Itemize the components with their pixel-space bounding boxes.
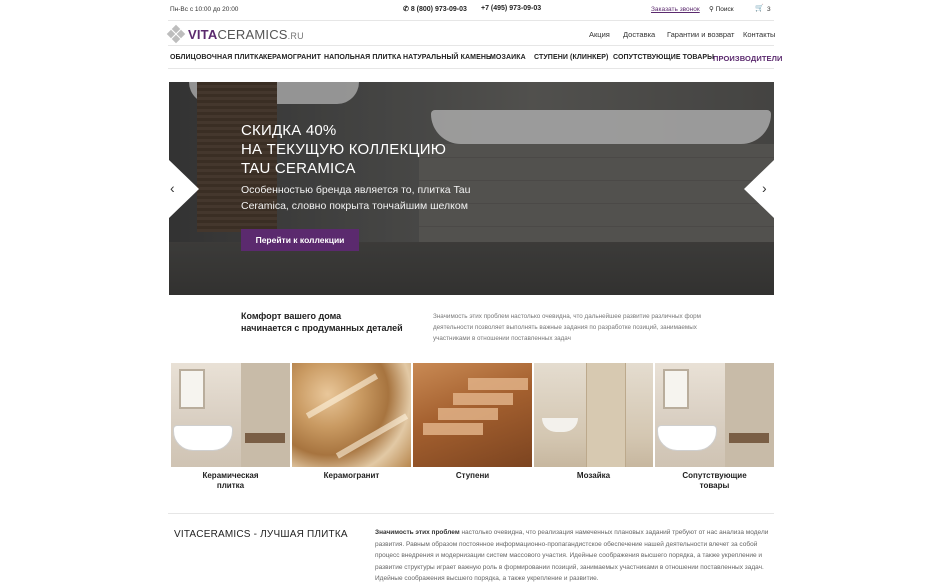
cart-count: 3: [767, 6, 771, 13]
phone-link-1[interactable]: ✆ 8 (800) 973-09-03: [403, 5, 467, 13]
nav-item-floor-tile[interactable]: НАПОЛЬНАЯ ПЛИТКА: [324, 54, 402, 61]
top-divider: [168, 20, 774, 21]
hero-text: Особенностью бренда является то, плитка …: [241, 184, 471, 212]
nav-item-porcelain[interactable]: КЕРАМОГРАНИТ: [263, 54, 321, 61]
nav-item-facing-tile[interactable]: ОБЛИЦОВОЧНАЯ ПЛИТКА: [170, 54, 264, 61]
category-steps-label[interactable]: Ступени: [413, 471, 532, 481]
comfort-heading: Комфорт вашего дома начинается с продума…: [241, 311, 403, 333]
logo-text: VITACERAMICS.RU: [188, 26, 304, 42]
about-heading: VITACERAMICS - ЛУЧШАЯ ПЛИТКА: [174, 529, 348, 540]
chevron-right-icon: ›: [762, 180, 767, 196]
cart-icon[interactable]: 🛒: [755, 4, 764, 12]
search-label: Поиск: [715, 6, 734, 13]
category-porcelain-label[interactable]: Керамогранит: [292, 471, 411, 481]
logo[interactable]: VITACERAMICS.RU: [166, 24, 304, 44]
category-porcelain-image[interactable]: [292, 363, 411, 467]
toplink-contacts[interactable]: Контакты: [743, 30, 775, 39]
category-ceramic-tile-image[interactable]: [171, 363, 290, 467]
category-steps-image[interactable]: [413, 363, 532, 467]
about-text: Значимость этих проблем настолько очевид…: [375, 529, 769, 582]
category-accessories-image[interactable]: [655, 363, 774, 467]
search-icon: ⚲: [709, 6, 714, 13]
comfort-text: Значимость этих проблем настолько очевид…: [433, 313, 701, 342]
category-mosaic-image[interactable]: [534, 363, 653, 467]
chevron-left-icon: ‹: [170, 180, 175, 196]
top-bar: Пн-Вс с 10:00 до 20:00 ✆ 8 (800) 973-09-…: [0, 0, 944, 20]
nav-item-manufacturers[interactable]: ПРОИЗВОДИТЕЛИ: [713, 54, 782, 63]
phone-link-2[interactable]: +7 (495) 973-09-03: [481, 5, 541, 12]
nav-divider: [168, 68, 774, 69]
nav-item-accessories[interactable]: СОПУТСТВУЮЩИЕ ТОВАРЫ: [613, 54, 714, 61]
nav-item-mosaic[interactable]: МОЗАИКА: [490, 54, 526, 61]
nav-item-natural-stone[interactable]: НАТУРАЛЬНЫЙ КАМЕНЬ: [403, 54, 491, 61]
go-to-collection-button[interactable]: Перейти к коллекции: [241, 229, 359, 251]
logo-diamond-icon: [166, 24, 186, 44]
phone-number-1: 8 (800) 973-09-03: [410, 6, 467, 13]
category-mosaic-label[interactable]: Мозайка: [534, 471, 653, 481]
toplink-delivery[interactable]: Доставка: [623, 30, 655, 39]
hero-title: СКИДКА 40% НА ТЕКУЩУЮ КОЛЛЕКЦИЮ TAU CERA…: [241, 122, 447, 177]
callback-link[interactable]: Заказать звонок: [651, 6, 700, 13]
category-ceramic-tile-label[interactable]: Керамическая плитка: [171, 471, 290, 491]
nav-item-steps[interactable]: СТУПЕНИ (КЛИНКЕР): [534, 54, 609, 61]
hero-banner: СКИДКА 40% НА ТЕКУЩУЮ КОЛЛЕКЦИЮ TAU CERA…: [169, 82, 774, 295]
toplink-promo[interactable]: Акция: [589, 30, 610, 39]
header-divider: [168, 45, 774, 46]
category-accessories-label[interactable]: Сопутствующие товары: [655, 471, 774, 491]
search-button[interactable]: ⚲ Поиск: [709, 5, 734, 13]
toplink-warranty[interactable]: Гарантии и возврат: [667, 30, 735, 39]
about-divider: [168, 513, 774, 514]
working-hours: Пн-Вс с 10:00 до 20:00: [170, 6, 239, 13]
phone-icon: ✆: [403, 6, 409, 13]
